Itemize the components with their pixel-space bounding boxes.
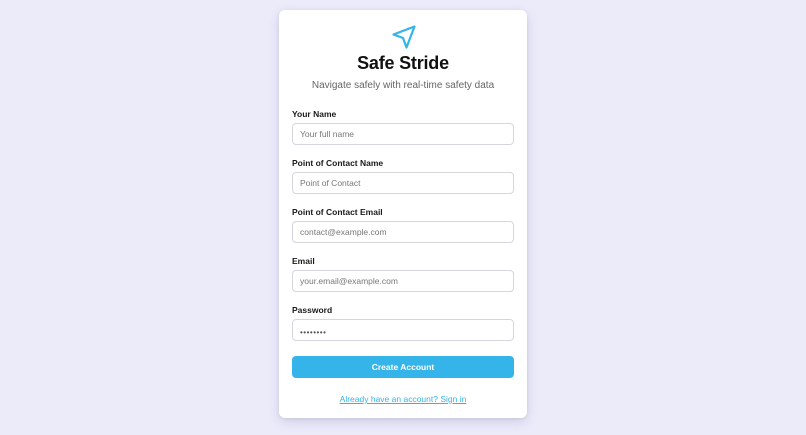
contact-email-label: Point of Contact Email	[292, 207, 383, 217]
signin-link[interactable]: Already have an account? Sign in	[279, 394, 527, 404]
create-account-button[interactable]: Create Account	[292, 356, 514, 378]
app-subtitle: Navigate safely with real-time safety da…	[311, 80, 495, 91]
signup-card: Safe Stride Navigate safely with real-ti…	[279, 10, 527, 418]
app-title: Safe Stride	[357, 53, 449, 73]
your-name-input[interactable]	[292, 123, 514, 145]
email-input[interactable]	[292, 270, 514, 292]
your-name-label: Your Name	[292, 109, 337, 119]
email-label: Email	[292, 256, 315, 266]
navigation-arrow-icon	[392, 25, 416, 49]
contact-name-label: Point of Contact Name	[292, 158, 384, 168]
contact-name-input[interactable]	[292, 172, 514, 194]
password-input[interactable]	[292, 319, 514, 341]
password-label: Password	[292, 305, 333, 315]
contact-email-input[interactable]	[292, 221, 514, 243]
